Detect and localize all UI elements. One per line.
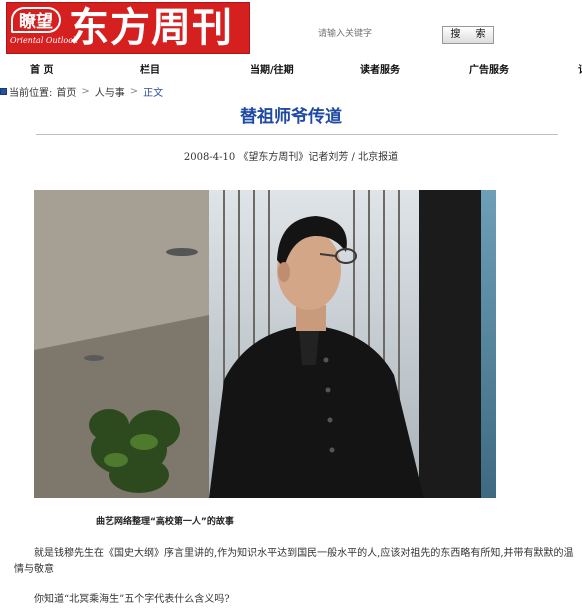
breadcrumb-prefix: 当前位置: — [9, 87, 53, 99]
nav-item-reader-service[interactable]: 读者服务 — [360, 61, 400, 76]
logo-title: 东方周刊 — [69, 5, 233, 51]
chevron-right-icon: > — [81, 85, 90, 97]
location-icon — [0, 87, 7, 95]
chevron-right-icon: > — [129, 85, 139, 97]
search-button[interactable]: 搜 索 — [442, 26, 494, 44]
main-nav: 首 页 栏目 当期/往期 读者服务 广告服务 订 — [0, 60, 582, 76]
breadcrumb: 当前位置: 首页 > 人与事 > 正文 — [0, 84, 164, 99]
nav-item-ad-service[interactable]: 广告服务 — [469, 61, 509, 76]
nav-item-home[interactable]: 首 页 — [30, 61, 53, 76]
article-photo — [34, 190, 496, 498]
breadcrumb-home[interactable]: 首页 — [56, 84, 76, 99]
nav-item-issues[interactable]: 当期/往期 — [250, 61, 294, 76]
breadcrumb-current: 正文 — [143, 87, 164, 99]
logo-english-name: Oriental Outlook — [10, 36, 78, 45]
breadcrumb-section[interactable]: 人与事 — [95, 84, 125, 99]
article-title: 替祖师爷传道 — [240, 107, 342, 127]
nav-item-subscribe[interactable]: 订 — [578, 61, 582, 76]
site-logo[interactable]: 瞭望 Oriental Outlook 东方周刊 — [6, 2, 250, 54]
nav-item-columns[interactable]: 栏目 — [140, 61, 160, 76]
article-paragraph: 就是钱穆先生在《国史大纲》序言里讲的,作为知识水平达到国民一般水平的人,应该对祖… — [14, 548, 574, 575]
search-input[interactable] — [318, 26, 428, 42]
title-divider — [36, 134, 558, 135]
photo-caption: 曲艺网络整理“高校第一人”的故事 — [96, 517, 234, 527]
article-byline: 2008-4-10 《望东方周刊》记者刘芳 / 北京报道 — [183, 152, 399, 163]
logo-badge: 瞭望 — [11, 7, 61, 33]
article-paragraph: 你知道“北冥乘海生”五个字代表什么含义吗? — [34, 594, 230, 605]
